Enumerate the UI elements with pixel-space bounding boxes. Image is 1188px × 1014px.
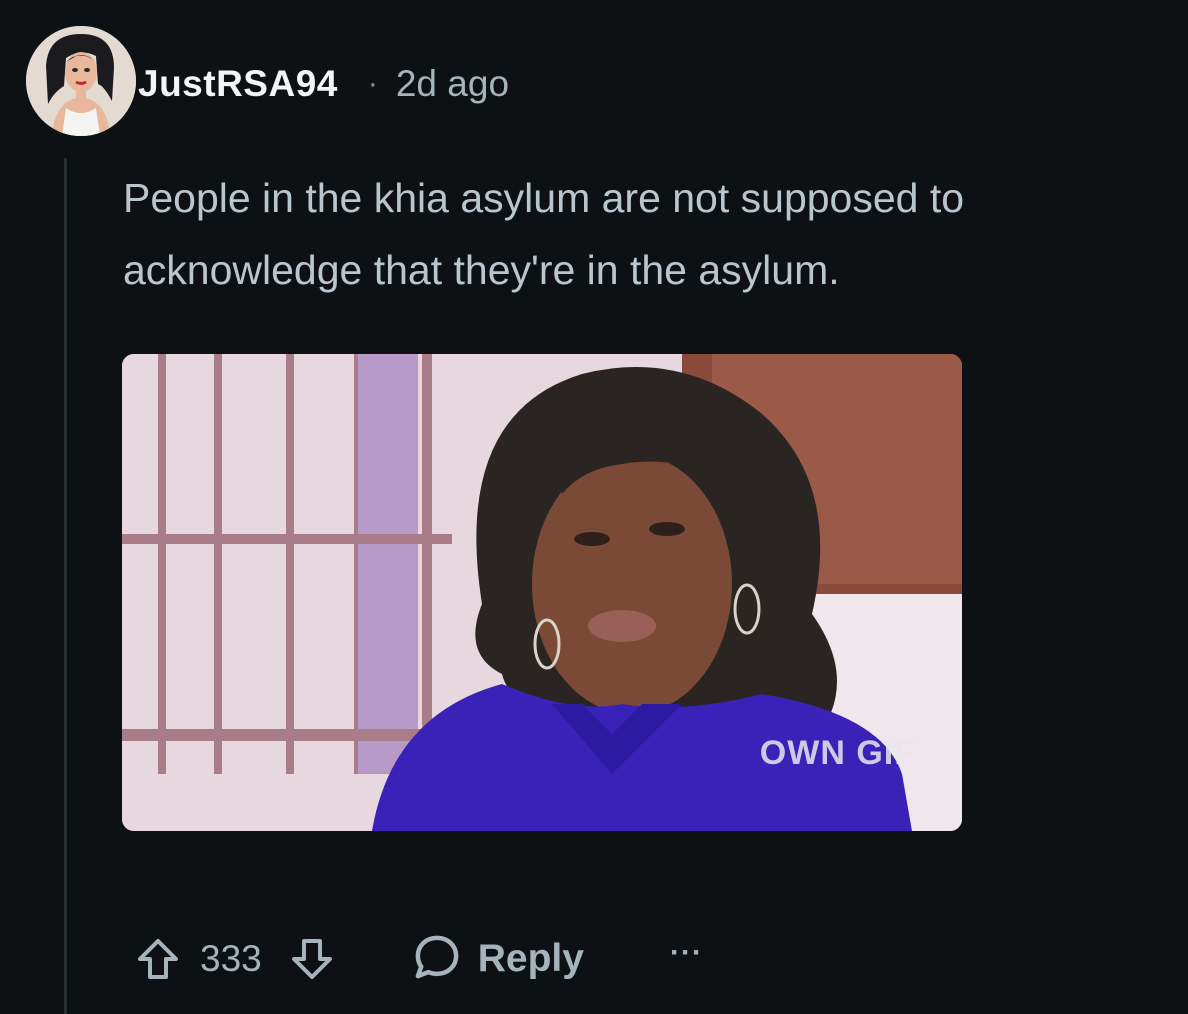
- vote-score: 333: [200, 938, 262, 979]
- more-options-button[interactable]: ···: [670, 938, 703, 980]
- speech-bubble-icon: [410, 930, 464, 989]
- timestamp[interactable]: 2d ago: [396, 63, 509, 105]
- comment-body: People in the khia asylum are not suppos…: [123, 175, 965, 293]
- comment-actions: 333 Reply ···: [130, 924, 703, 994]
- thread-line: [64, 158, 67, 1014]
- reply-label: Reply: [477, 937, 584, 980]
- gif-image[interactable]: OWN GIF: [122, 354, 962, 831]
- separator-dot: ·: [367, 67, 378, 100]
- avatar-illustration: [26, 26, 136, 136]
- comment-header: JustRSA94 · 2d ago: [138, 58, 509, 110]
- username[interactable]: JustRSA94: [138, 63, 338, 105]
- arrow-up-icon[interactable]: [130, 931, 186, 987]
- arrow-down-icon[interactable]: [284, 931, 340, 987]
- reply-button[interactable]: Reply: [410, 930, 584, 989]
- avatar[interactable]: [26, 26, 136, 136]
- gif-watermark: OWN GIF: [759, 734, 916, 772]
